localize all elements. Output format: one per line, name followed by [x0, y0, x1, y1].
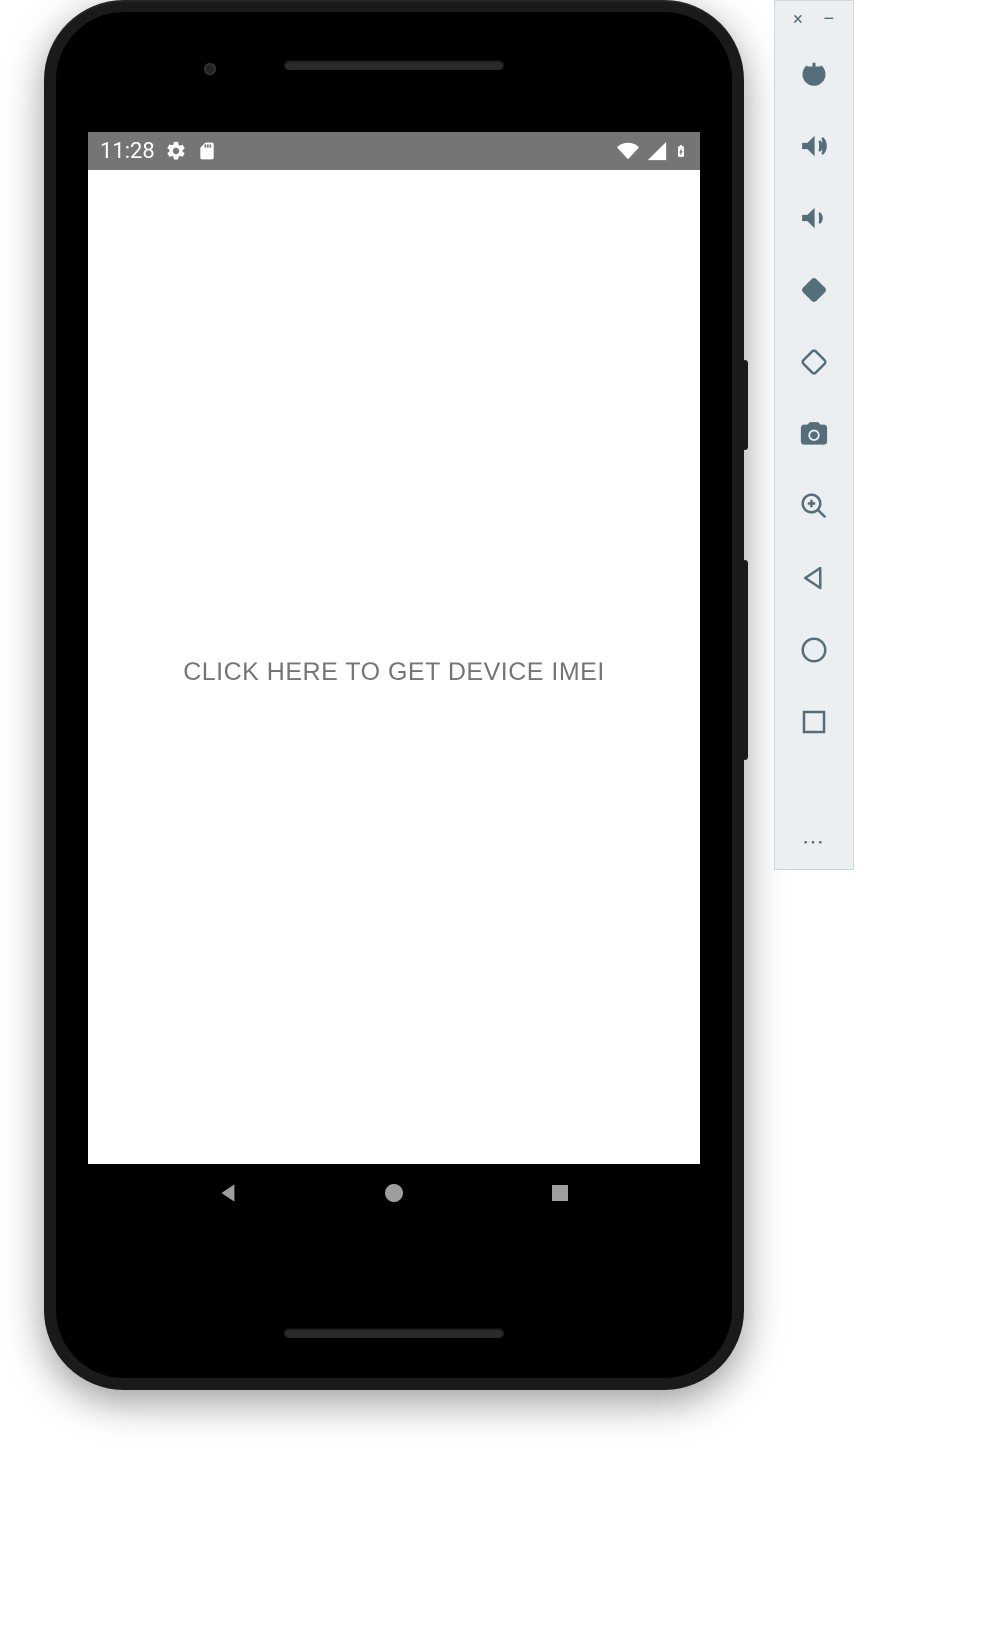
status-right — [616, 140, 688, 162]
earpiece-bottom — [284, 1328, 504, 1338]
emulator-overview-button[interactable] — [784, 689, 844, 755]
rotate-right-icon — [799, 347, 829, 377]
phone-frame: 11:28 CLICK — [44, 0, 744, 1390]
emulator-back-button[interactable] — [784, 545, 844, 611]
gear-icon — [165, 140, 187, 162]
get-imei-button[interactable]: CLICK HERE TO GET DEVICE IMEI — [183, 658, 605, 687]
emulator-rotate-left-button[interactable] — [784, 257, 844, 323]
wifi-icon — [616, 140, 640, 162]
signal-icon — [646, 140, 668, 162]
nav-back-button[interactable] — [204, 1168, 254, 1218]
emulator-toolbar: × – ⋯ — [774, 0, 854, 870]
volume-down-icon — [799, 203, 829, 233]
phone-screen: 11:28 CLICK — [88, 132, 700, 1222]
zoom-in-icon — [799, 491, 829, 521]
emulator-screenshot-button[interactable] — [784, 401, 844, 467]
status-time: 11:28 — [100, 139, 155, 164]
rotate-left-icon — [799, 275, 829, 305]
nav-bar — [88, 1164, 700, 1222]
power-icon — [799, 59, 829, 89]
emulator-volume-up-button[interactable] — [784, 113, 844, 179]
nav-home-button[interactable] — [369, 1168, 419, 1218]
app-content: CLICK HERE TO GET DEVICE IMEI — [88, 170, 700, 1164]
emulator-power-button[interactable] — [784, 41, 844, 107]
nav-overview-button[interactable] — [535, 1168, 585, 1218]
emulator-window-controls: × – — [775, 7, 853, 35]
side-button-volume — [742, 560, 748, 760]
earpiece-top — [284, 60, 504, 70]
emulator-home-button[interactable] — [784, 617, 844, 683]
side-button-power — [742, 360, 748, 450]
emulator-volume-down-button[interactable] — [784, 185, 844, 251]
sd-card-icon — [197, 140, 217, 162]
front-camera-dot — [204, 63, 216, 75]
back-icon — [799, 563, 829, 593]
overview-icon — [799, 707, 829, 737]
volume-up-icon — [799, 131, 829, 161]
back-icon — [216, 1180, 242, 1206]
status-bar: 11:28 — [88, 132, 700, 170]
status-left: 11:28 — [100, 139, 217, 164]
emulator-close-button[interactable]: × — [793, 11, 803, 29]
camera-icon — [799, 419, 829, 449]
overview-icon — [548, 1181, 572, 1205]
emulator-rotate-right-button[interactable] — [784, 329, 844, 395]
home-icon — [382, 1181, 406, 1205]
emulator-zoom-button[interactable] — [784, 473, 844, 539]
home-icon — [799, 635, 829, 665]
emulator-minimize-button[interactable]: – — [823, 11, 835, 29]
emulator-more-button[interactable]: ⋯ — [802, 830, 826, 855]
battery-charging-icon — [674, 140, 688, 162]
